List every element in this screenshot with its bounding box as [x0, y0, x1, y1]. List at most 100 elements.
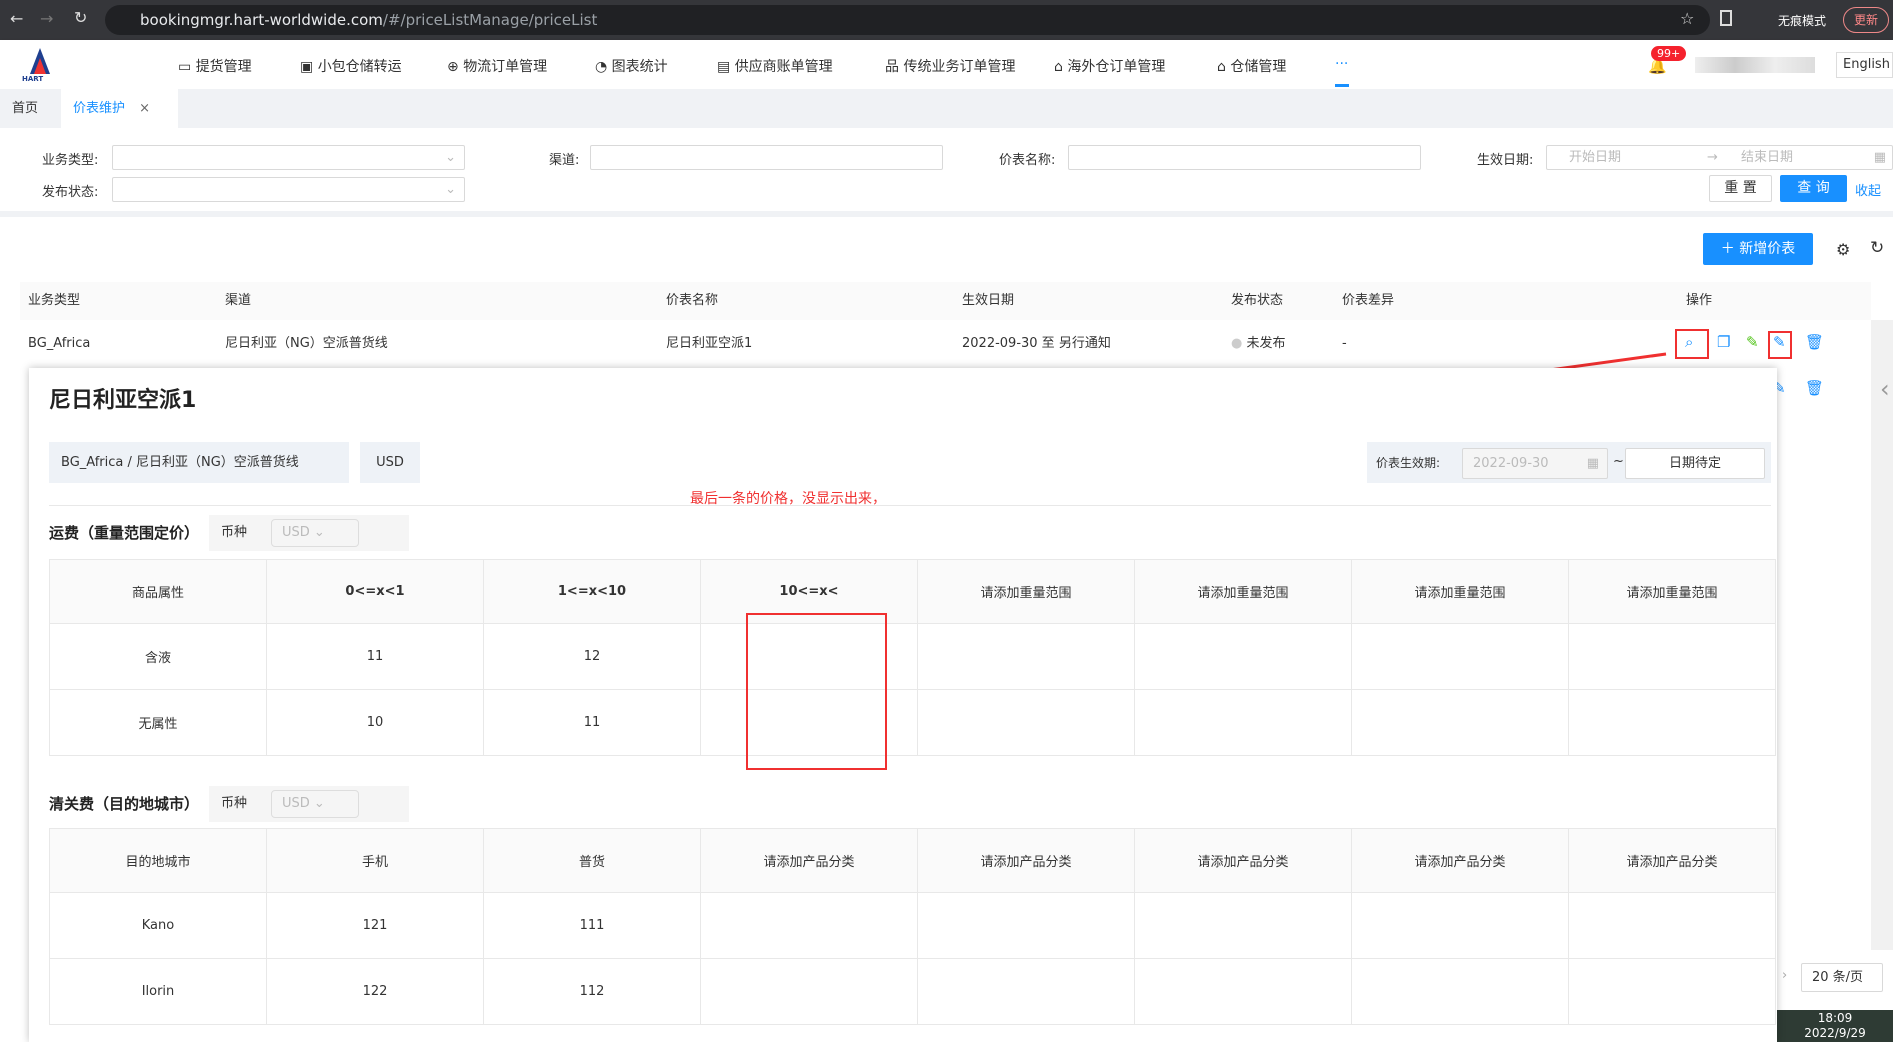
url-host: bookingmgr.hart-worldwide.com [140, 11, 383, 29]
reload-icon[interactable]: ↻ [74, 8, 87, 27]
taskbar-clock: 18:09 2022/9/29 [1777, 1010, 1893, 1042]
add-price-list-button[interactable]: ＋ 新增价表 [1703, 233, 1813, 265]
effective-end[interactable]: 日期待定 [1625, 448, 1765, 479]
table-cell [1134, 623, 1352, 690]
table-cell [1351, 892, 1569, 959]
hart-logo[interactable]: HART [20, 46, 60, 83]
chevron-down-icon: ⌄ [445, 182, 456, 197]
tab-home[interactable]: 首页 [0, 89, 50, 128]
start-date[interactable]: 开始日期 [1569, 146, 1621, 169]
channel-input[interactable] [590, 145, 943, 170]
header-cell: 请添加重量范围 [1134, 559, 1352, 624]
clearance-currency-select[interactable]: USD ⌄ [271, 790, 360, 818]
table-cell: 111 [483, 892, 701, 959]
table-header-row: 目的地城市 手机 普货 请添加产品分类 请添加产品分类 请添加产品分类 请添加产品分类 请添加… [49, 828, 1776, 893]
table-cell: 含液 [49, 623, 267, 690]
missing-price-highlight [746, 613, 887, 770]
publish-status-label: 发布状态: [42, 185, 99, 200]
price-name-label: 价表名称: [999, 153, 1056, 168]
table-cell [917, 689, 1135, 756]
next-page-icon[interactable]: › [1782, 968, 1787, 983]
price-name-input[interactable] [1068, 145, 1421, 170]
cell-status: ● 未发布 [1231, 336, 1286, 351]
col-channel: 渠道 [225, 282, 252, 320]
header-cell: 请添加重量范围 [1568, 559, 1776, 624]
header-cell: 请添加产品分类 [917, 828, 1135, 893]
effective-start[interactable]: 2022-09-30 ▦ [1462, 448, 1608, 479]
query-button[interactable]: 查 询 [1780, 175, 1847, 202]
nav-item-supplier-bills[interactable]: ▤ 供应商账单管理 [717, 56, 833, 76]
table-cell: 10 [266, 689, 484, 756]
table-row: Ilorin 122 112 [49, 958, 1776, 1025]
view-icon[interactable]: ⌕ [1685, 333, 1693, 351]
delete-icon[interactable]: 🗑 [1805, 333, 1824, 351]
settings-icon[interactable]: ⚙ [1836, 240, 1850, 259]
update-button[interactable]: 更新 [1843, 7, 1890, 33]
nav-item-overseas-warehouse[interactable]: ⌂ 海外仓订单管理 [1054, 56, 1165, 76]
nav-item-warehouse[interactable]: ⌂ 仓储管理 [1217, 56, 1286, 76]
nav-more[interactable]: ··· [1335, 56, 1348, 72]
close-icon[interactable]: × [139, 101, 150, 116]
business-type-select[interactable]: ⌄ [112, 145, 465, 170]
col-business-type: 业务类型 [28, 282, 81, 320]
reset-button[interactable]: 重 置 [1709, 175, 1772, 202]
nav-item-logistics[interactable]: ⊕ 物流订单管理 [447, 56, 547, 76]
back-icon[interactable]: ← [10, 9, 23, 28]
collapse-link[interactable]: 收起 [1855, 180, 1881, 199]
forward-icon[interactable]: → [40, 9, 53, 28]
language-select[interactable]: English [1836, 52, 1893, 78]
tab-price-list[interactable]: 价表维护 × [61, 89, 178, 128]
star-icon[interactable]: ☆ [1680, 9, 1694, 28]
table-cell [1351, 958, 1569, 1025]
header-cell: 请添加重量范围 [917, 559, 1135, 624]
cell-channel: 尼日利亚（NG）空派普货线 [225, 336, 388, 351]
table-cell [700, 892, 918, 959]
table-cell [917, 892, 1135, 959]
incognito-label[interactable]: 无痕模式 [1778, 12, 1826, 29]
scrollbar[interactable] [1871, 320, 1893, 950]
table-cell [917, 623, 1135, 690]
cell-date: 2022-09-30 至 另行通知 [962, 336, 1111, 351]
table-cell [1568, 958, 1776, 1025]
edit-icon[interactable]: ✎ [1773, 333, 1786, 351]
chevron-left-icon[interactable]: ‹ [1880, 375, 1890, 403]
address-bar[interactable]: bookingmgr.hart-worldwide.com/#/priceLis… [105, 5, 1710, 35]
nav-item-charts[interactable]: ◔ 图表统计 [595, 56, 668, 76]
header-cell: 请添加重量范围 [1351, 559, 1569, 624]
browser-toolbar: ← → ↻ bookingmgr.hart-worldwide.com/#/pr… [0, 0, 1893, 40]
copy-icon[interactable]: ❐ [1717, 333, 1730, 351]
publish-edit-icon[interactable]: ✎ [1746, 333, 1759, 351]
price-detail-panel: 尼日利亚空派1 BG_Africa / 尼日利亚（NG）空派普货线 USD 价表… [29, 368, 1777, 1042]
nav-active-indicator [1335, 84, 1349, 87]
table-cell: Ilorin [49, 958, 267, 1025]
refresh-icon[interactable]: ↻ [1870, 238, 1884, 258]
user-name-blurred[interactable] [1695, 57, 1815, 73]
sidepanel-icon[interactable] [1720, 10, 1732, 26]
notification-badge: 99+ [1651, 46, 1687, 61]
publish-status-select[interactable]: ⌄ [112, 177, 465, 202]
end-date[interactable]: 结束日期 [1741, 146, 1793, 169]
table-cell [1568, 892, 1776, 959]
clearance-table: 目的地城市 手机 普货 请添加产品分类 请添加产品分类 请添加产品分类 请添加产品分类 请添加… [49, 828, 1776, 1025]
table-header [20, 282, 1871, 320]
nav-item-pickup[interactable]: ▭ 提货管理 [178, 56, 252, 76]
arrow-right-icon: → [1707, 150, 1718, 165]
effective-label: 价表生效期: [1376, 456, 1441, 470]
table-cell [1134, 958, 1352, 1025]
nav-item-parcel[interactable]: ▣ 小包仓储转运 [300, 56, 402, 76]
table-cell [700, 958, 918, 1025]
delete-icon[interactable]: 🗑 [1805, 379, 1824, 397]
col-price-diff: 价表差异 [1342, 282, 1395, 320]
page-size-select[interactable]: 20 条/页 [1801, 963, 1883, 992]
date-range-picker[interactable]: 开始日期 → 结束日期 ▦ [1546, 145, 1893, 170]
nav-item-traditional-orders[interactable]: 品 传统业务订单管理 [885, 56, 1015, 76]
col-price-name: 价表名称 [666, 282, 719, 320]
freight-currency-select[interactable]: USD ⌄ [271, 519, 360, 547]
table-cell: 122 [266, 958, 484, 1025]
channel-label: 渠道: [549, 153, 580, 168]
currency-tag: USD [360, 442, 420, 483]
effective-period: 价表生效期: 2022-09-30 ▦ ~ 日期待定 [1367, 442, 1771, 483]
table-cell: 11 [266, 623, 484, 690]
table-cell: 无属性 [49, 689, 267, 756]
table-row: 无属性 10 11 [49, 689, 1776, 756]
